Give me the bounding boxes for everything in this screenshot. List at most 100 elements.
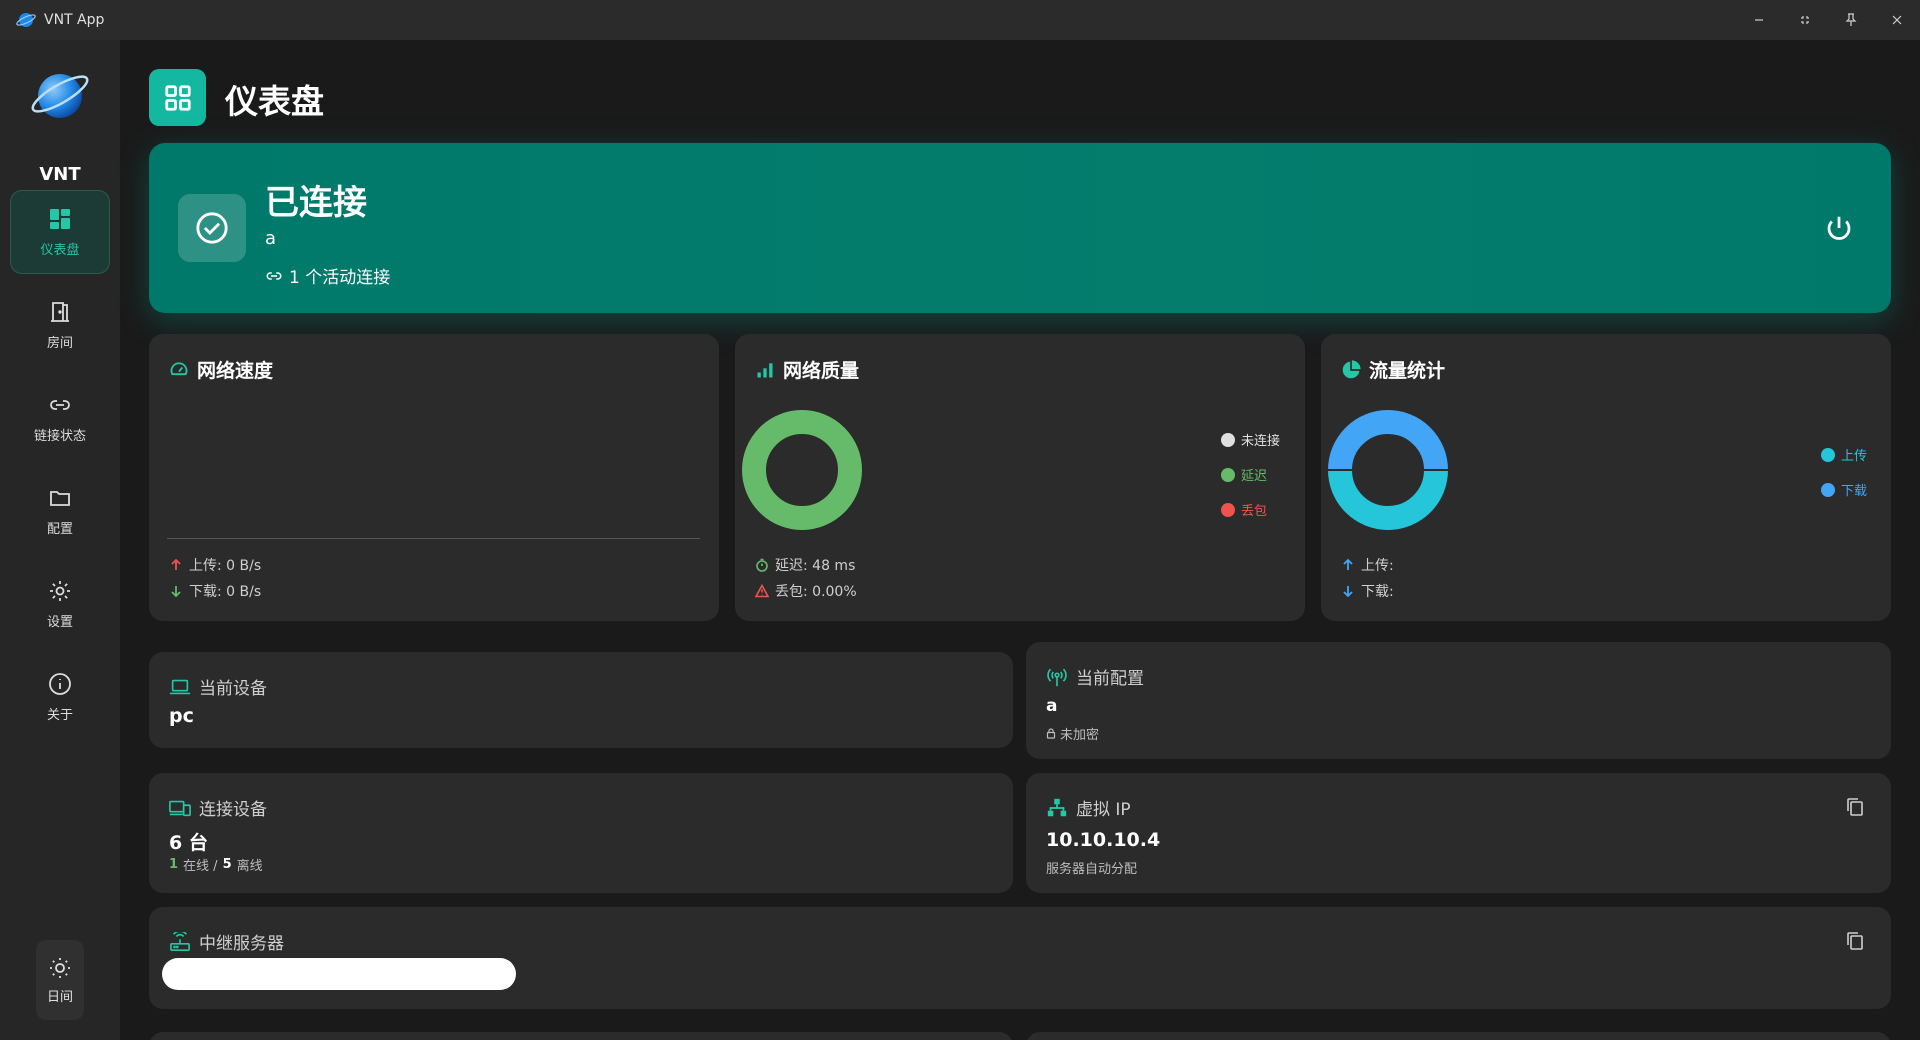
bottom-card-right [1026, 1032, 1891, 1040]
info-icon [49, 672, 71, 695]
pie-chart-icon [1342, 359, 1361, 378]
pin-button[interactable] [1828, 0, 1874, 40]
arrow-down-icon [1343, 586, 1353, 598]
traffic-donut [1327, 410, 1449, 530]
current-config-label-text: 当前配置 [1076, 669, 1144, 689]
card-title-text: 流量统计 [1369, 360, 1446, 382]
upload-speed: 上传: 0 B/s [169, 555, 261, 575]
window-title: VNT App [44, 12, 105, 28]
logo-text: VNT [39, 164, 81, 185]
sidebar-item-dashboard[interactable]: 仪表盘 [10, 190, 110, 274]
signal-bars-icon [757, 362, 773, 377]
legend-label: 上传 [1841, 449, 1868, 464]
virtual-ip-card: 虚拟 IP 10.10.10.4 服务器自动分配 [1026, 773, 1891, 893]
lock-icon [1046, 728, 1056, 739]
theme-toggle-button[interactable]: 日间 [36, 940, 84, 1020]
copy-server-button[interactable] [1843, 929, 1867, 953]
connected-devices-card: 连接设备 6 台 1 在线 / 5 离线 [149, 773, 1013, 893]
sidebar: VNT 仪表盘 房间 链接状态 配置 设置 关于 日间 [0, 40, 120, 1040]
virtual-ip-source: 服务器自动分配 [1046, 862, 1138, 877]
latency-stat: 延迟: 48 ms [755, 555, 855, 575]
online-label: 在线 / [183, 859, 218, 874]
connection-status-title: 已连接 [265, 183, 367, 223]
vnt-logo [31, 74, 89, 118]
devices-icon [169, 800, 191, 816]
legend-label: 延迟 [1241, 469, 1268, 484]
legend-dot [1221, 467, 1235, 482]
stopwatch-icon [756, 558, 768, 572]
sidebar-item-rooms[interactable]: 房间 [10, 283, 110, 367]
connected-devices-label: 连接设备 [169, 795, 267, 820]
folder-icon [50, 490, 70, 506]
traffic-stats-card: 流量统计 上传 下载 上传: 下载: [1321, 334, 1891, 621]
network-quality-card: 网络质量 未连接 延迟 丢包 延迟: 48 ms 丢包: 0.00% [735, 334, 1305, 621]
card-title: 网络速度 [169, 356, 273, 383]
warning-icon [755, 584, 769, 598]
connected-check-badge [178, 194, 246, 262]
sidebar-item-config[interactable]: 配置 [10, 469, 110, 553]
page-header-icon [149, 69, 206, 126]
restore-icon [1801, 16, 1809, 24]
disconnect-button[interactable] [1819, 208, 1859, 248]
router-icon [170, 931, 190, 951]
relay-server-card: 中继服务器 [149, 907, 1891, 1009]
upload-traffic-text: 上传: [1361, 558, 1394, 574]
link-icon [266, 271, 282, 280]
speedometer-icon [170, 361, 188, 375]
copy-icon [1847, 798, 1863, 816]
upload-traffic: 上传: [1341, 555, 1394, 575]
connection-status-card: 已连接 a 1 个活动连接 [149, 143, 1891, 313]
copy-ip-button[interactable] [1843, 795, 1867, 819]
redacted-server-address [162, 958, 516, 990]
network-name: a [265, 228, 277, 249]
virtual-ip-label-text: 虚拟 IP [1076, 800, 1131, 820]
current-device-card: 当前设备 pc [149, 652, 1013, 748]
legend-item-upload[interactable]: 上传 [1821, 445, 1867, 464]
packet-loss-text: 丢包: 0.00% [775, 584, 857, 600]
download-arc [1328, 410, 1448, 471]
encryption-status: 未加密 [1046, 724, 1099, 743]
network-speed-card: 网络速度 上传: 0 B/s 下载: 0 B/s [149, 334, 719, 621]
minimize-button[interactable] [1736, 0, 1782, 40]
connected-devices-label-text: 连接设备 [199, 800, 267, 820]
app-logo-icon [16, 13, 36, 27]
sun-icon [50, 957, 70, 978]
legend-dot [1221, 432, 1235, 447]
sidebar-item-settings[interactable]: 设置 [10, 562, 110, 646]
connected-devices-count: 6 台 [169, 832, 208, 854]
upload-speed-text: 上传: 0 B/s [189, 558, 262, 574]
sidebar-item-label: 房间 [46, 335, 73, 351]
legend-item-download[interactable]: 下载 [1821, 480, 1867, 499]
sidebar-item-label: 配置 [46, 521, 73, 537]
sidebar-item-label: 仪表盘 [40, 242, 80, 258]
gear-icon [50, 580, 70, 601]
close-button[interactable] [1874, 0, 1920, 40]
legend-item-packet-loss[interactable]: 丢包 [1221, 500, 1280, 519]
speed-chart-baseline [167, 538, 700, 539]
current-device-value: pc [169, 705, 194, 727]
current-device-label: 当前设备 [169, 674, 267, 699]
legend-label: 下载 [1841, 484, 1868, 499]
sidebar-item-link-status[interactable]: 链接状态 [10, 376, 110, 460]
page-title: 仪表盘 [225, 82, 324, 121]
legend-label: 未连接 [1241, 434, 1281, 449]
bottom-card-left [149, 1032, 1013, 1040]
restore-button[interactable] [1782, 0, 1828, 40]
download-traffic-text: 下载: [1361, 584, 1394, 600]
traffic-legend: 上传 下载 [1821, 445, 1867, 499]
sidebar-item-label: 链接状态 [33, 428, 86, 444]
card-title: 网络质量 [755, 356, 859, 383]
download-traffic: 下载: [1341, 581, 1394, 601]
sidebar-item-about[interactable]: 关于 [10, 655, 110, 739]
legend-item-latency[interactable]: 延迟 [1221, 465, 1280, 484]
laptop-icon [169, 679, 191, 694]
relay-server-label: 中继服务器 [169, 929, 284, 954]
network-tree-icon [1047, 798, 1067, 816]
legend-dot [1821, 447, 1835, 462]
copy-icon [1847, 932, 1863, 950]
legend-item-disconnected[interactable]: 未连接 [1221, 430, 1280, 449]
latency-ring [742, 410, 862, 530]
encryption-status-text: 未加密 [1060, 728, 1100, 743]
broadcast-antenna-icon [1047, 668, 1067, 686]
virtual-ip-label: 虚拟 IP [1046, 795, 1131, 820]
